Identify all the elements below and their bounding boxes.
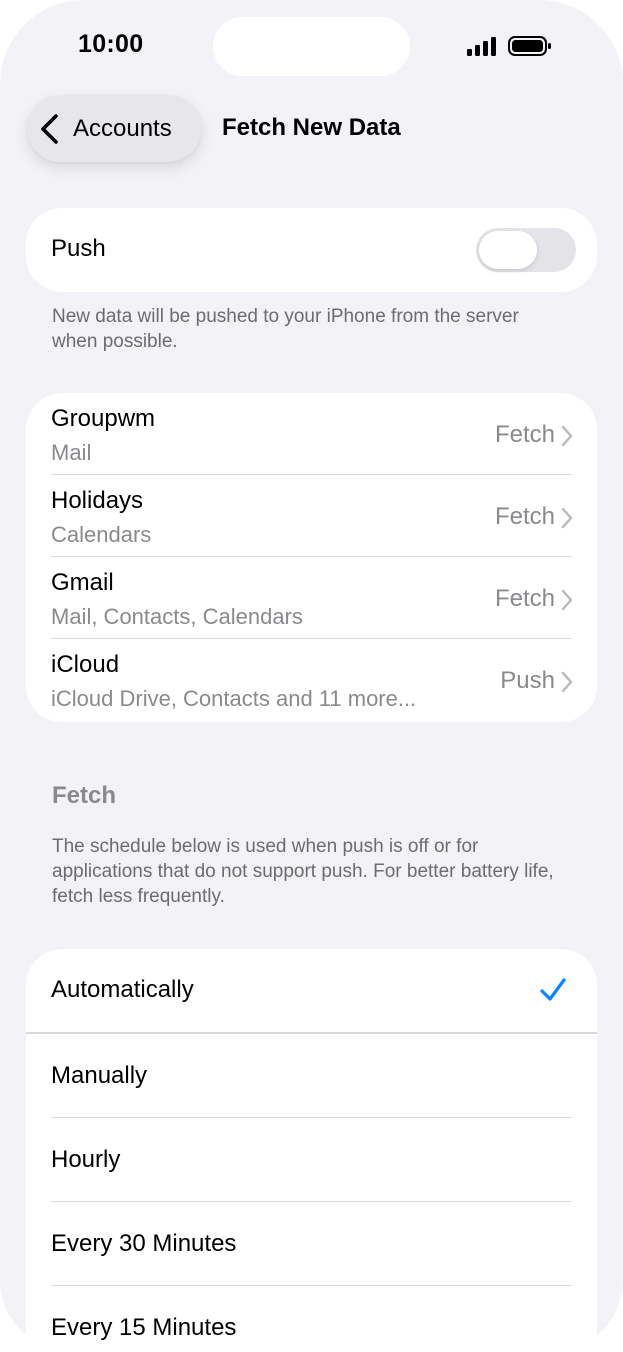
chevron-right-icon (561, 589, 573, 611)
back-button-label: Accounts (73, 114, 172, 142)
push-toggle[interactable] (476, 228, 576, 272)
fetch-footnote: The schedule below is used when push is … (52, 836, 554, 907)
account-fetch-mode: Fetch (494, 503, 555, 530)
selected-row-divider (26, 1032, 597, 1034)
push-label: Push (51, 235, 106, 262)
option-hourly[interactable]: Hourly (26, 1119, 597, 1203)
status-time: 10:00 (78, 30, 144, 58)
account-services: Mail (51, 440, 92, 465)
option-manually[interactable]: Manually (26, 1035, 597, 1119)
fetch-schedule-card: Automatically Manually Hourly Every 30 M… (26, 949, 597, 1352)
account-services: Mail, Contacts, Calendars (51, 604, 303, 629)
dynamic-island (213, 17, 410, 76)
fetch-section-header: Fetch (52, 782, 117, 809)
option-every-30-minutes[interactable]: Every 30 Minutes (26, 1203, 597, 1287)
account-name: iCloud (51, 651, 120, 678)
row-divider (51, 1117, 572, 1118)
option-label: Automatically (51, 976, 194, 1003)
phone-screen: 10:00 Accounts Fetch New Data Push New d… (0, 0, 623, 1352)
account-fetch-mode: Fetch (494, 421, 555, 448)
option-every-15-minutes[interactable]: Every 15 Minutes (26, 1287, 597, 1352)
account-row-holidays[interactable]: Holidays Calendars Fetch (26, 475, 597, 557)
cellular-signal-icon (467, 37, 496, 56)
push-toggle-knob (479, 231, 537, 269)
checkmark-icon (540, 978, 566, 1001)
account-name: Groupwm (51, 405, 156, 432)
account-fetch-mode: Push (500, 667, 555, 694)
account-row-groupwm[interactable]: Groupwm Mail Fetch (26, 393, 597, 475)
accounts-card: Groupwm Mail Fetch Holidays Calendars Fe… (26, 393, 597, 722)
push-footnote: New data will be pushed to your iPhone f… (52, 306, 519, 352)
chevron-right-icon (561, 425, 573, 447)
account-name: Holidays (51, 487, 144, 514)
option-label: Hourly (51, 1146, 121, 1173)
account-name: Gmail (51, 569, 114, 596)
chevron-left-icon (41, 113, 58, 144)
chevron-right-icon (561, 671, 573, 693)
row-divider (51, 1201, 572, 1202)
chevron-right-icon (561, 507, 573, 529)
option-label: Every 15 Minutes (51, 1314, 237, 1341)
option-label: Manually (51, 1062, 148, 1089)
page-title: Fetch New Data (222, 114, 401, 141)
account-services: iCloud Drive, Contacts and 11 more... (51, 686, 417, 711)
account-row-icloud[interactable]: iCloud iCloud Drive, Contacts and 11 mor… (26, 639, 597, 721)
back-button[interactable]: Accounts (27, 95, 202, 162)
battery-icon (508, 36, 551, 56)
account-services: Calendars (51, 522, 152, 547)
option-automatically[interactable]: Automatically (26, 949, 597, 1033)
account-row-gmail[interactable]: Gmail Mail, Contacts, Calendars Fetch (26, 557, 597, 639)
account-fetch-mode: Fetch (494, 585, 555, 612)
option-label: Every 30 Minutes (51, 1230, 237, 1257)
row-divider (51, 1285, 572, 1286)
